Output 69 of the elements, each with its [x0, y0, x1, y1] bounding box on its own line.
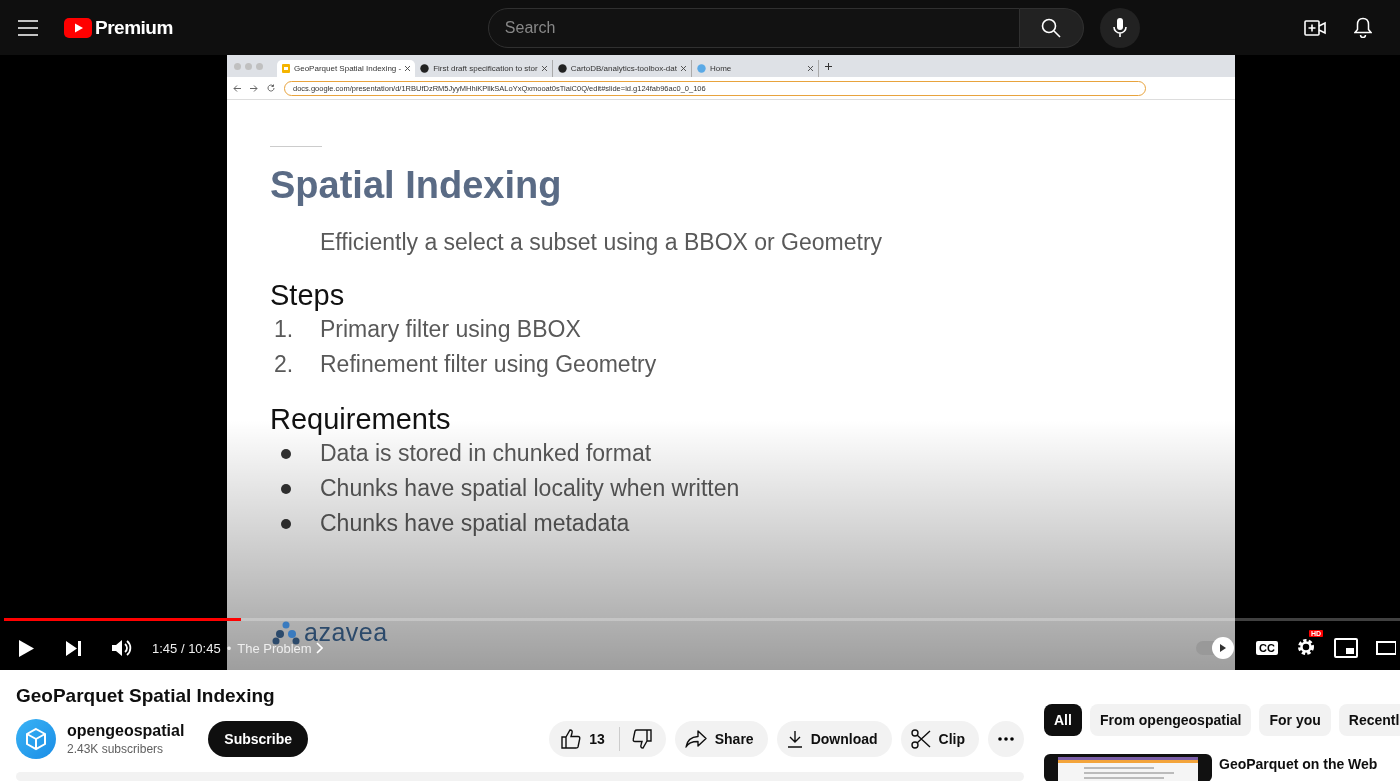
subscriber-count: 2.43K subscribers: [67, 742, 165, 756]
create-video-icon[interactable]: [1304, 18, 1326, 37]
next-icon[interactable]: [65, 639, 82, 657]
slide-list-item: Chunks have spatial metadata: [320, 510, 630, 537]
scissors-icon: [910, 729, 931, 749]
bullet-dot: [281, 518, 291, 529]
logo-text[interactable]: Premium: [95, 16, 173, 39]
channel-avatar[interactable]: [16, 719, 56, 759]
filter-chip[interactable]: Recentl: [1338, 704, 1400, 736]
close-icon[interactable]: [405, 66, 411, 71]
settings-icon[interactable]: [1296, 636, 1316, 657]
list-number: 1.: [273, 316, 295, 343]
thumbs-up-icon: [561, 729, 582, 749]
browser-tab[interactable]: CartoDB/analytics-toolbox-dat: [552, 60, 692, 77]
bell-icon[interactable]: [1354, 17, 1372, 38]
browser-tab[interactable]: First draft specification to stor: [415, 60, 553, 77]
bullet-dot: [281, 448, 291, 459]
filter-chip[interactable]: All: [1044, 704, 1082, 736]
slide-list-item: Data is stored in chunked format: [320, 440, 652, 467]
slide-list-item: Chunks have spatial locality when written: [320, 475, 740, 502]
slide-subtitle: Efficiently a select a subset using a BBOX or Geometry: [320, 229, 883, 256]
thumbs-down-icon[interactable]: [631, 729, 652, 749]
browser-tab[interactable]: Home: [691, 60, 819, 77]
menu-icon[interactable]: [18, 19, 38, 36]
captions-button[interactable]: CC: [1256, 641, 1278, 655]
share-button[interactable]: Share: [674, 721, 768, 757]
video-title: GeoParquet Spatial Indexing: [16, 685, 276, 707]
search-icon: [1041, 17, 1062, 38]
volume-icon[interactable]: [111, 639, 132, 657]
close-icon[interactable]: [541, 66, 547, 71]
browser-tab[interactable]: GeoParquet Spatial Indexing -: [277, 60, 416, 77]
related-video-title[interactable]: GeoParquet on the Web: [1219, 756, 1378, 781]
subscribe-button[interactable]: Subscribe: [208, 721, 309, 757]
separator-dot: •: [226, 640, 232, 656]
filter-chip[interactable]: From opengeospatial: [1089, 704, 1252, 736]
list-number: 2.: [273, 351, 295, 378]
play-icon[interactable]: [18, 638, 35, 658]
channel-name[interactable]: opengeospatial: [67, 722, 185, 740]
play-icon: [1219, 643, 1228, 653]
slide-list-item: Primary filter using BBOX: [320, 316, 581, 343]
molecule-logo-icon: [272, 620, 300, 645]
play-logo-icon[interactable]: [64, 17, 92, 38]
time-display: 1:45 / 10:45: [152, 640, 221, 656]
forward-arrow-icon[interactable]: [250, 84, 258, 92]
microphone-icon: [1112, 17, 1127, 38]
more-dots-icon: [998, 737, 1014, 741]
search-field[interactable]: Search: [487, 7, 1020, 48]
close-icon[interactable]: [680, 66, 686, 71]
slide-heading: Requirements: [270, 402, 452, 436]
clip-button[interactable]: Clip: [900, 721, 979, 757]
new-tab-icon[interactable]: [824, 62, 832, 70]
more-button[interactable]: [988, 721, 1024, 757]
cube-logo-icon: [24, 727, 48, 751]
close-icon[interactable]: [807, 66, 813, 71]
slides-icon: [282, 64, 290, 73]
bullet-dot: [281, 483, 291, 494]
theater-mode-icon[interactable]: [1376, 641, 1396, 655]
back-arrow-icon[interactable]: [233, 84, 241, 92]
slide-title: Spatial Indexing: [270, 164, 562, 207]
download-button[interactable]: Download: [776, 721, 892, 757]
slide-list-item: Refinement filter using Geometry: [320, 351, 657, 378]
reload-icon[interactable]: [267, 84, 275, 92]
share-arrow-icon: [684, 730, 707, 748]
slide-heading: Steps: [270, 278, 346, 312]
search-button[interactable]: [1019, 7, 1084, 48]
progress-bar[interactable]: [4, 618, 1400, 621]
download-icon: [786, 730, 803, 748]
filter-chip[interactable]: For you: [1259, 704, 1331, 736]
miniplayer-icon[interactable]: [1334, 638, 1358, 658]
